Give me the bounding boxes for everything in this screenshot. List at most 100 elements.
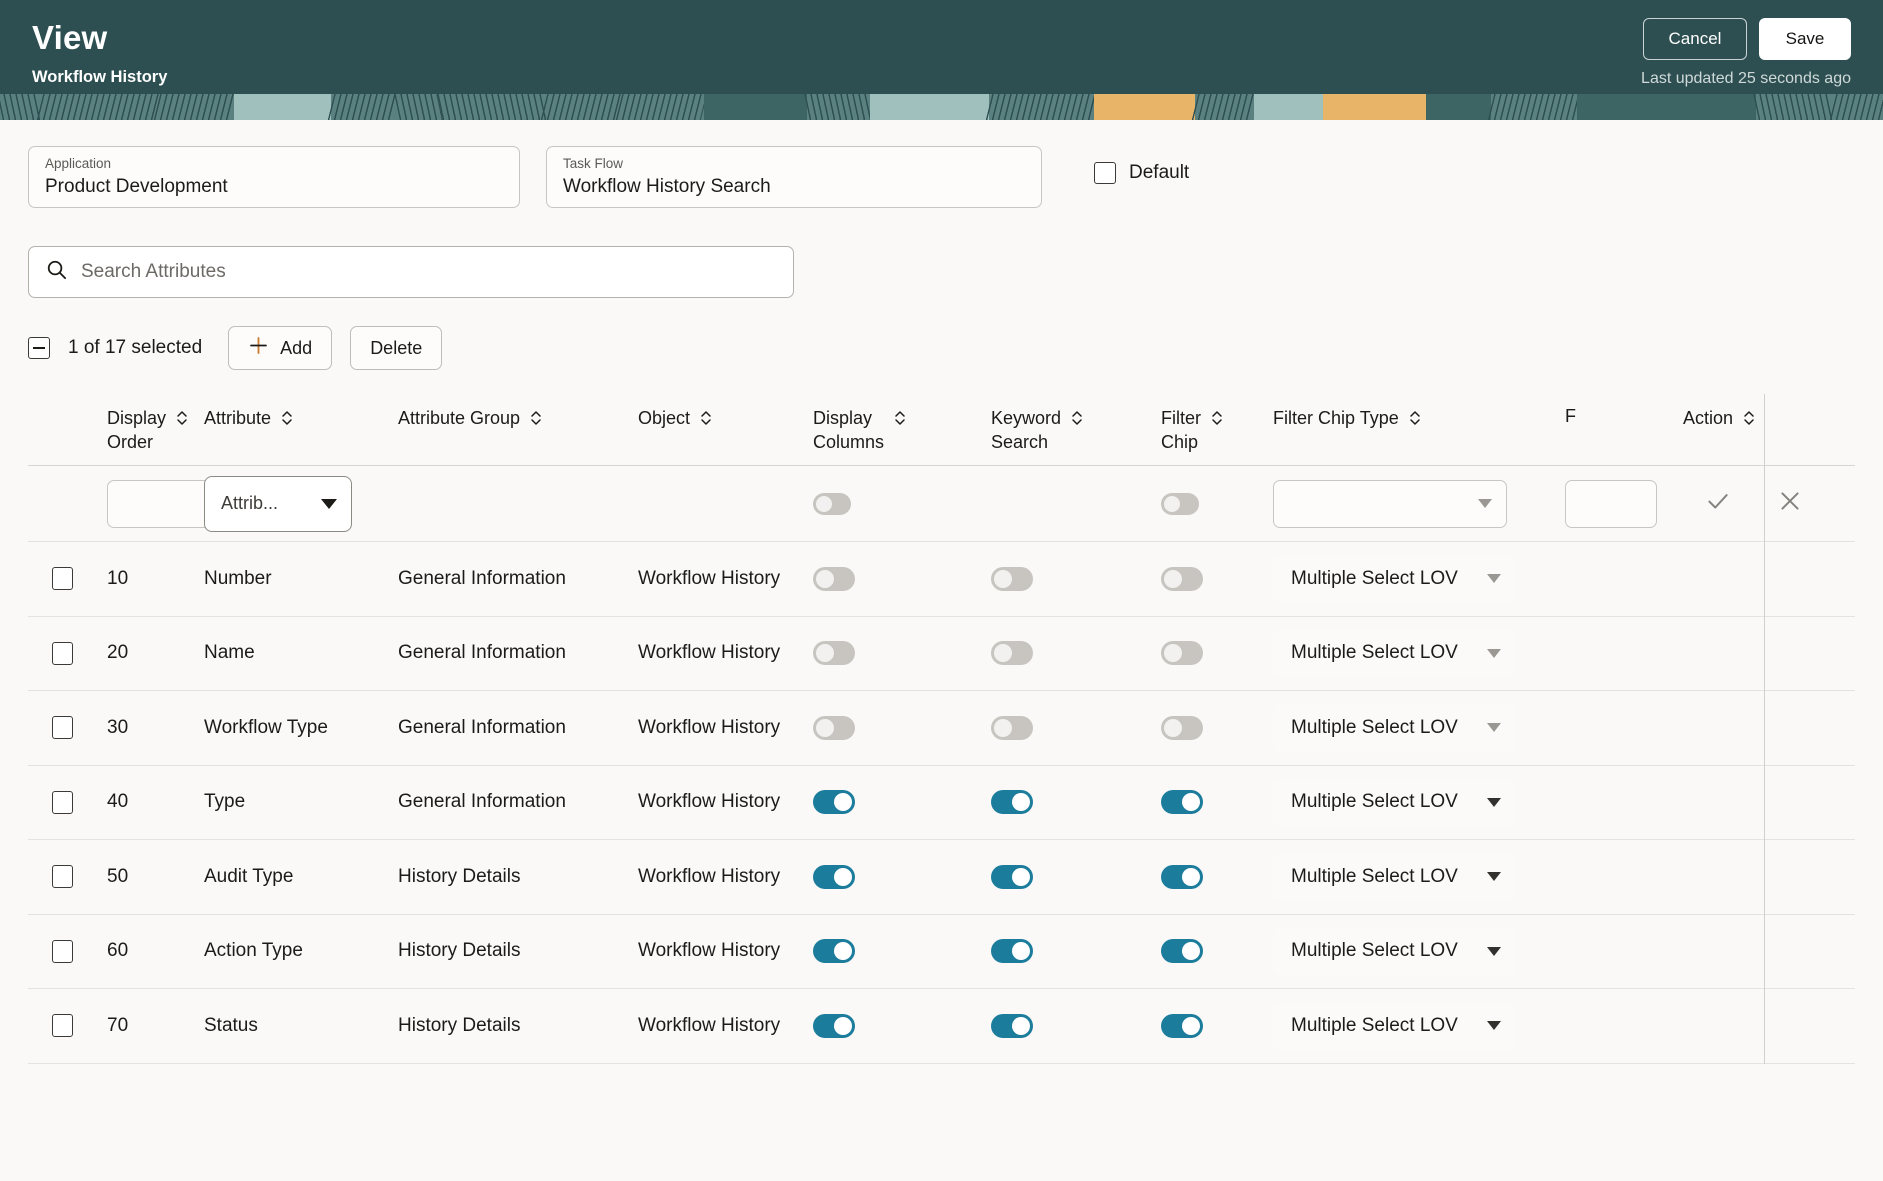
filter-chip-type-dropdown[interactable]: Multiple Select LOV (1273, 778, 1515, 827)
add-button[interactable]: Add (228, 326, 333, 370)
sort-icon[interactable] (280, 408, 294, 434)
filter-chip-type-dropdown[interactable]: Multiple Select LOV (1273, 927, 1515, 976)
row-checkbox[interactable] (52, 939, 73, 963)
default-checkbox-group[interactable]: Default (1094, 162, 1189, 184)
keyword-search-toggle[interactable] (991, 641, 1033, 666)
cell-object: Workflow History (638, 642, 813, 664)
filter-chip-type-dropdown[interactable]: Multiple Select LOV (1273, 852, 1515, 901)
row-checkbox[interactable] (52, 790, 73, 814)
column-header-display-columns[interactable]: Display Columns (813, 406, 991, 454)
table-row[interactable]: 40 Type General Information Workflow His… (28, 766, 1855, 840)
search-attributes-field[interactable] (28, 246, 794, 298)
default-checkbox[interactable] (1094, 162, 1116, 184)
row-checkbox[interactable] (52, 641, 73, 665)
row-checkbox[interactable] (52, 1014, 73, 1038)
cell-keyword-search (991, 715, 1161, 740)
select-all-checkbox[interactable] (28, 337, 50, 359)
edit-attribute-dropdown[interactable]: Attrib... (204, 475, 352, 532)
keyword-search-toggle[interactable] (991, 939, 1033, 964)
cell-attribute: Action Type (202, 940, 398, 962)
display-columns-toggle[interactable] (813, 715, 855, 740)
cancel-button[interactable]: Cancel (1643, 18, 1747, 60)
check-icon[interactable] (1705, 488, 1731, 519)
filter-chip-type-dropdown[interactable]: Multiple Select LOV (1273, 703, 1515, 752)
column-header-filter-chip[interactable]: Filter Chip (1161, 406, 1273, 454)
filter-chip-type-dropdown[interactable]: Multiple Select LOV (1273, 1001, 1515, 1050)
save-button[interactable]: Save (1759, 18, 1851, 60)
filter-chip-toggle[interactable] (1161, 790, 1203, 815)
keyword-search-toggle[interactable] (991, 715, 1033, 740)
cell-attribute-group: History Details (398, 1015, 638, 1037)
row-checkbox[interactable] (52, 865, 73, 889)
edit-attribute-cell: Attrib... (202, 475, 398, 532)
column-header-attribute[interactable]: Attribute (202, 406, 398, 434)
sort-icon[interactable] (893, 408, 907, 434)
table-row[interactable]: 30 Workflow Type General Information Wor… (28, 691, 1855, 766)
row-checkbox[interactable] (52, 716, 73, 740)
attribute-group-value: History Details (398, 940, 521, 962)
delete-button[interactable]: Delete (350, 326, 443, 370)
keyword-search-toggle[interactable] (991, 566, 1033, 591)
close-icon[interactable] (1777, 488, 1803, 519)
keyword-search-toggle[interactable] (991, 1013, 1033, 1038)
cell-object: Workflow History (638, 568, 813, 590)
table-row[interactable]: 70 Status History Details Workflow Histo… (28, 989, 1855, 1064)
object-value: Workflow History (638, 791, 781, 813)
filter-chip-type-dropdown[interactable]: Multiple Select LOV (1273, 629, 1515, 678)
display-columns-toggle[interactable] (813, 790, 855, 815)
edit-truncated-input[interactable] (1565, 479, 1657, 528)
cell-attribute-group: General Information (398, 717, 638, 739)
page-header: View Workflow History Cancel Save Last u… (0, 0, 1883, 120)
edit-truncated-cell (1565, 479, 1665, 528)
sort-icon[interactable] (1210, 408, 1224, 434)
column-header-truncated[interactable]: F (1565, 406, 1665, 427)
display-columns-toggle[interactable] (813, 939, 855, 964)
column-header-display-order[interactable]: Display Order (84, 406, 202, 454)
cell-display-columns (813, 939, 991, 964)
display-order-value: 20 (107, 642, 129, 664)
filter-chip-toggle[interactable] (1161, 864, 1203, 889)
header-actions: Cancel Save Last updated 25 seconds ago (1641, 18, 1851, 88)
sort-icon[interactable] (175, 408, 189, 434)
filter-chip-toggle[interactable] (1161, 715, 1203, 740)
sort-icon[interactable] (1408, 408, 1422, 434)
keyword-search-toggle[interactable] (991, 790, 1033, 815)
keyword-search-toggle[interactable] (991, 864, 1033, 889)
column-header-filter-chip-type[interactable]: Filter Chip Type (1273, 406, 1565, 434)
sort-icon[interactable] (1070, 408, 1084, 434)
edit-filter-chip-type-dropdown[interactable] (1273, 479, 1507, 528)
header-titles: View Workflow History (32, 18, 167, 88)
cell-keyword-search (991, 566, 1161, 591)
display-columns-toggle[interactable] (813, 641, 855, 666)
sort-icon[interactable] (529, 408, 543, 434)
column-header-action[interactable]: Action (1665, 406, 1883, 434)
column-header-object[interactable]: Object (638, 406, 813, 434)
sort-icon[interactable] (699, 408, 713, 434)
task-flow-field[interactable]: Task Flow Workflow History Search (546, 146, 1042, 208)
display-columns-toggle[interactable] (813, 864, 855, 889)
edit-display-columns-toggle[interactable] (813, 492, 851, 515)
filter-chip-toggle[interactable] (1161, 1013, 1203, 1038)
cell-filter-chip-type: Multiple Select LOV (1273, 927, 1565, 976)
edit-filter-chip-toggle[interactable] (1161, 492, 1199, 515)
cell-filter-chip-type: Multiple Select LOV (1273, 1001, 1565, 1050)
column-header-attribute-group[interactable]: Attribute Group (398, 406, 638, 434)
filter-chip-toggle[interactable] (1161, 566, 1203, 591)
filter-chip-type-value: Multiple Select LOV (1291, 940, 1458, 962)
search-input[interactable] (81, 261, 777, 283)
column-header-keyword-search[interactable]: Keyword Search (991, 406, 1161, 454)
display-columns-toggle[interactable] (813, 566, 855, 591)
sort-icon[interactable] (1742, 408, 1756, 434)
table-row[interactable]: 60 Action Type History Details Workflow … (28, 915, 1855, 989)
table-row[interactable]: 20 Name General Information Workflow His… (28, 617, 1855, 691)
table-row[interactable]: 50 Audit Type History Details Workflow H… (28, 840, 1855, 915)
table-row[interactable]: 10 Number General Information Workflow H… (28, 542, 1855, 617)
filter-chip-toggle[interactable] (1161, 641, 1203, 666)
display-columns-toggle[interactable] (813, 1013, 855, 1038)
row-checkbox[interactable] (52, 567, 73, 591)
application-field[interactable]: Application Product Development (28, 146, 520, 208)
filter-chip-type-dropdown[interactable]: Multiple Select LOV (1273, 554, 1515, 603)
cell-attribute-group: General Information (398, 791, 638, 813)
column-header-label: F (1565, 406, 1576, 426)
filter-chip-toggle[interactable] (1161, 939, 1203, 964)
